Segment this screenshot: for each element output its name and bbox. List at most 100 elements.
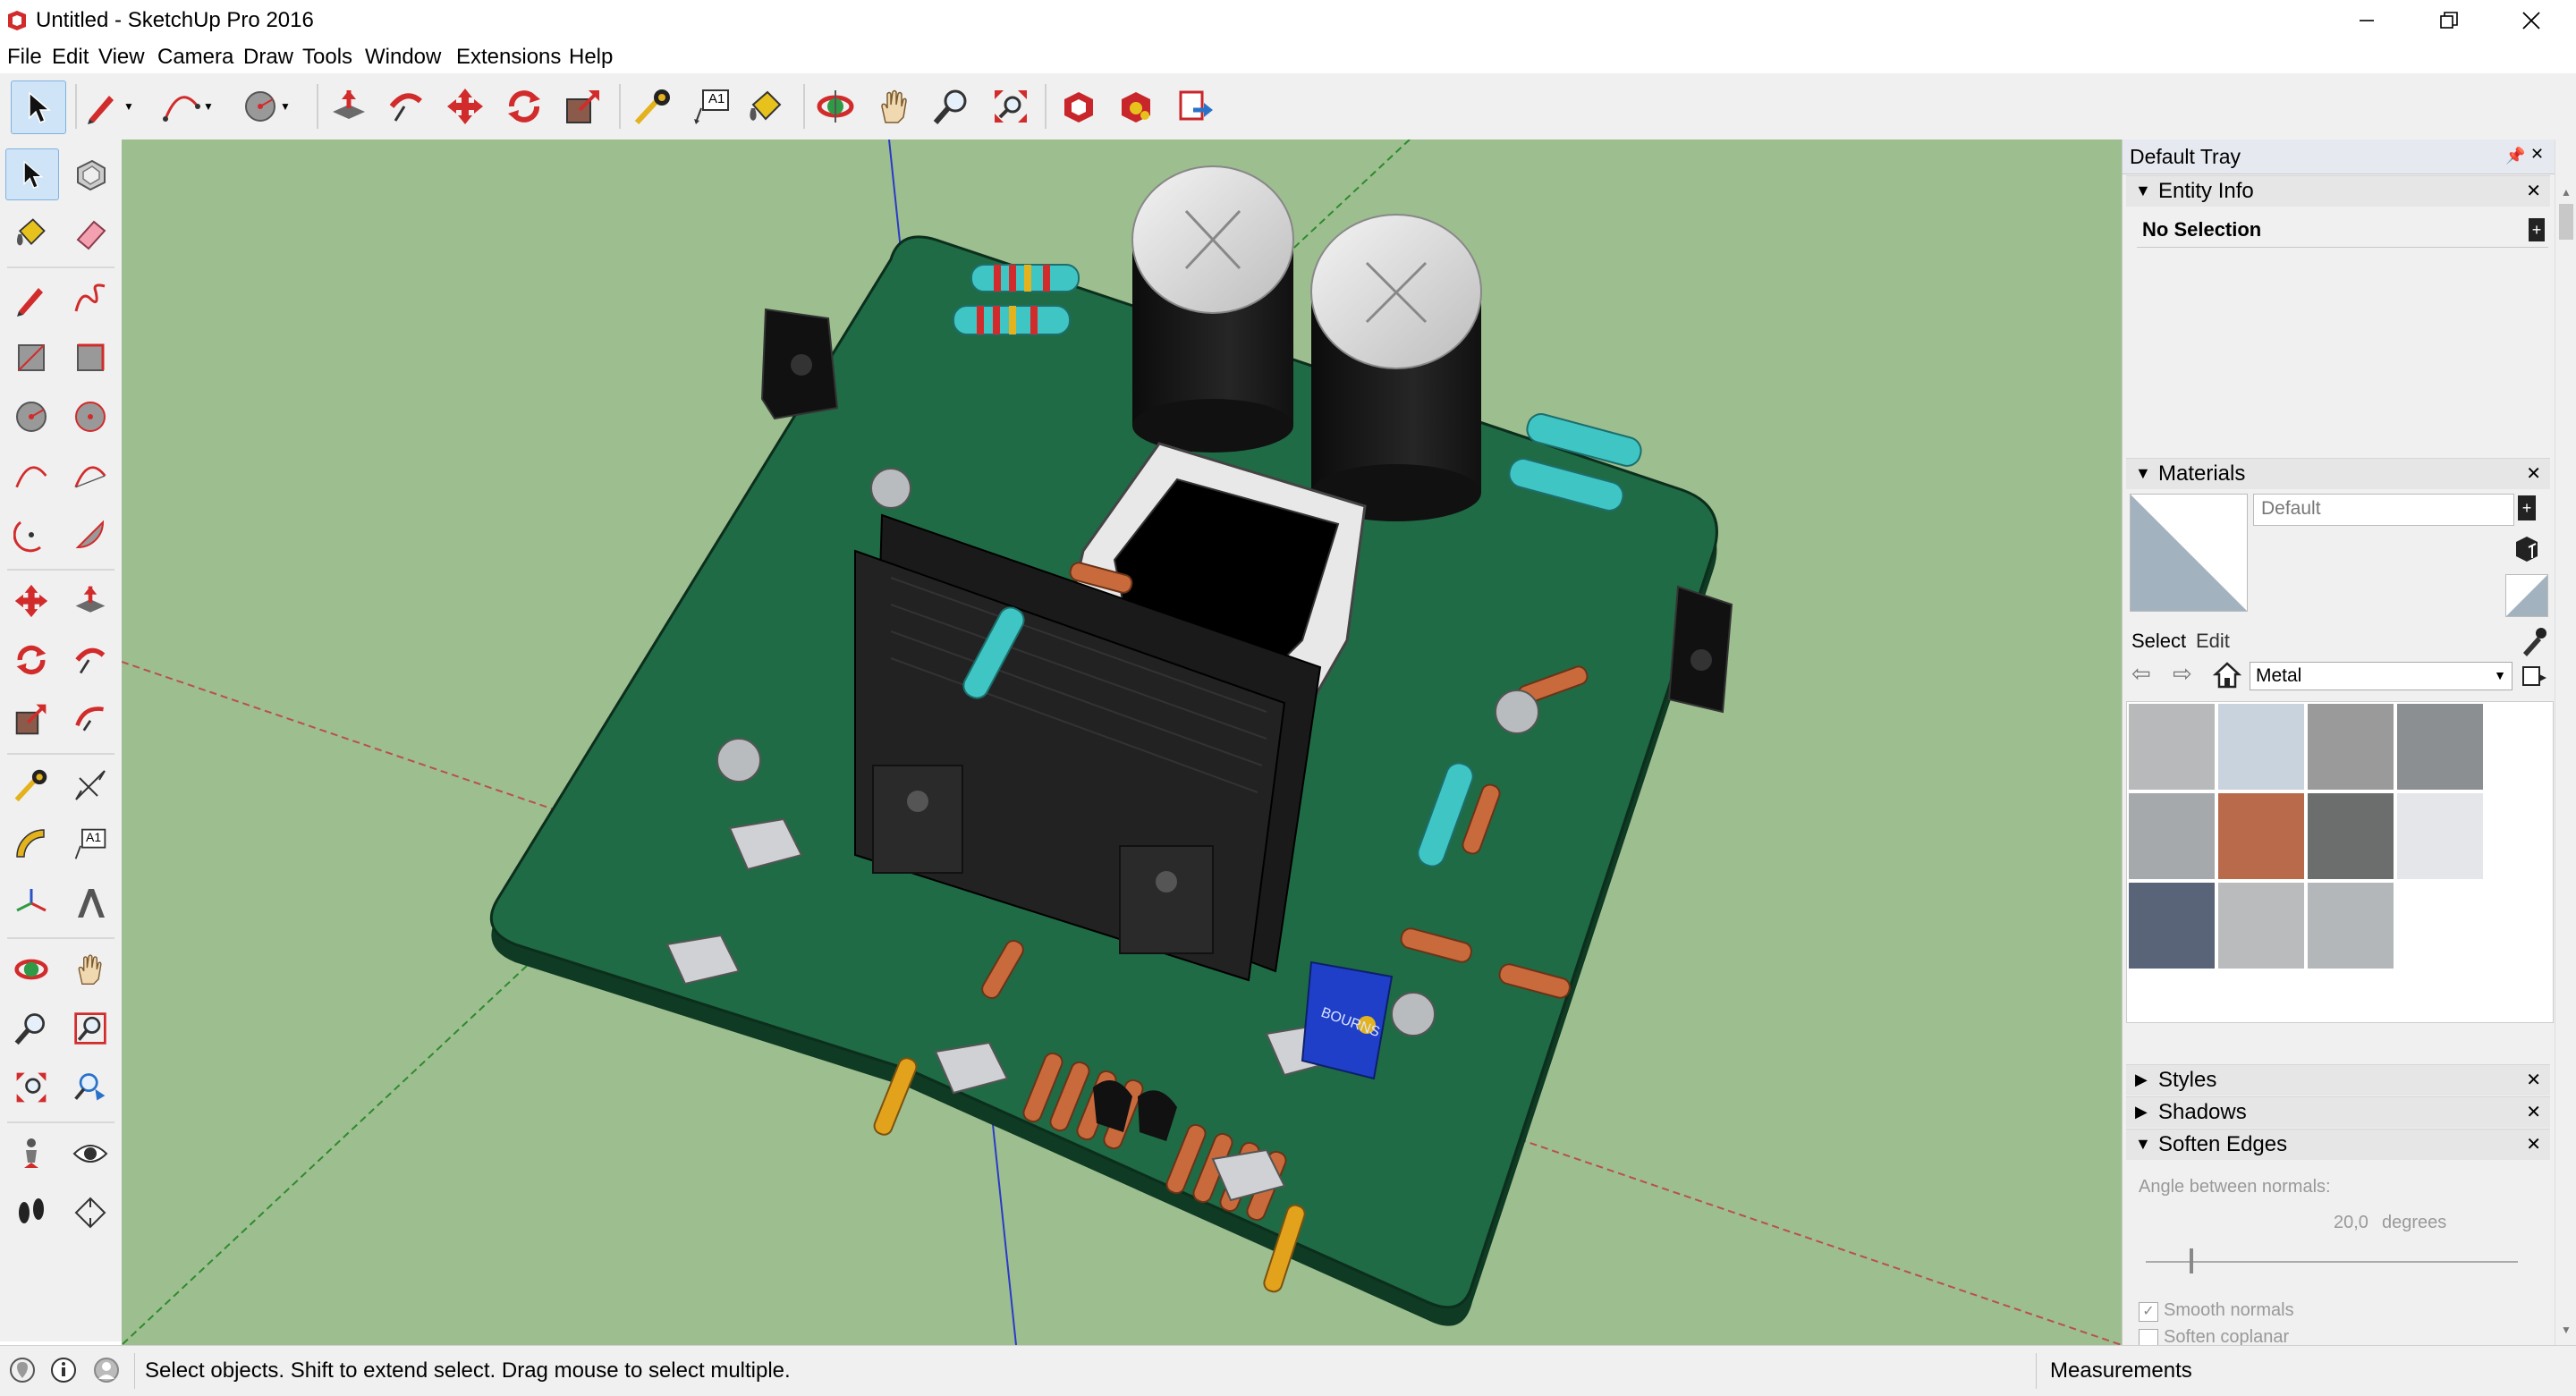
menu-file[interactable]: File: [7, 45, 42, 70]
lt-pan-button[interactable]: [64, 944, 116, 994]
lt-move-button[interactable]: [5, 576, 57, 626]
lt-3d-text-button[interactable]: [64, 878, 116, 928]
material-swatch[interactable]: [2129, 793, 2215, 879]
geo-location-icon[interactable]: [9, 1357, 36, 1383]
close-button[interactable]: [2490, 0, 2572, 41]
panel-header-styles[interactable]: ▶ Styles ✕: [2126, 1064, 2550, 1096]
angle-slider[interactable]: [2146, 1248, 2518, 1275]
tb-text-button[interactable]: A1: [685, 80, 739, 132]
sample-paint-icon[interactable]: [2520, 626, 2546, 656]
lt-polygon-button[interactable]: [64, 392, 116, 442]
tab-edit[interactable]: Edit: [2196, 630, 2230, 653]
collapse-arrow-icon[interactable]: ▼: [2135, 464, 2151, 483]
tb-extension-warehouse-button[interactable]: [1109, 80, 1163, 132]
lt-rotate-button[interactable]: [5, 635, 57, 685]
default-material-swatch[interactable]: [2505, 574, 2548, 617]
menu-tools[interactable]: Tools: [302, 45, 352, 70]
material-swatch[interactable]: [2397, 793, 2483, 879]
menu-window[interactable]: Window: [365, 45, 441, 70]
expand-icon[interactable]: +: [2529, 218, 2545, 241]
tb-push-pull-button[interactable]: [322, 80, 376, 132]
tb-rotate-button[interactable]: [497, 80, 551, 132]
collapse-arrow-icon[interactable]: ▼: [2135, 182, 2151, 200]
material-swatch[interactable]: [2397, 704, 2483, 790]
user-account-icon[interactable]: [93, 1357, 120, 1383]
lt-look-around-button[interactable]: [64, 1129, 116, 1179]
menu-edit[interactable]: Edit: [52, 45, 89, 70]
menu-extensions[interactable]: Extensions: [456, 45, 561, 70]
lt-offset-button[interactable]: [64, 694, 116, 744]
lt-previous-view-button[interactable]: [64, 1062, 116, 1113]
lt-orbit-button[interactable]: [5, 944, 57, 994]
expand-arrow-icon[interactable]: ▶: [2135, 1070, 2148, 1089]
credits-icon[interactable]: [50, 1357, 77, 1383]
panel-header-entity-info[interactable]: ▼ Entity Info ✕: [2126, 175, 2550, 207]
tb-orbit-button[interactable]: [809, 80, 862, 132]
model-viewport[interactable]: BOURNS: [122, 140, 2122, 1345]
tb-pencil-button[interactable]: ▼: [82, 80, 136, 132]
lt-position-camera-button[interactable]: [5, 1129, 57, 1179]
material-swatch[interactable]: [2218, 883, 2304, 969]
model-canvas[interactable]: BOURNS: [122, 140, 2122, 1345]
panel-header-shadows[interactable]: ▶ Shadows ✕: [2126, 1096, 2550, 1128]
lt-section-plane-button[interactable]: [64, 1188, 116, 1238]
lt-paint-bucket-button[interactable]: [5, 207, 57, 258]
forward-arrow-icon[interactable]: ⇨: [2173, 660, 2201, 689]
pin-icon[interactable]: 📌: [2505, 147, 2525, 165]
material-swatch[interactable]: [2308, 704, 2394, 790]
tab-select[interactable]: Select: [2131, 630, 2186, 653]
tb-pan-button[interactable]: [868, 80, 921, 132]
lt-text-button[interactable]: A1: [64, 819, 116, 869]
material-swatch[interactable]: [2218, 704, 2304, 790]
scroll-thumb[interactable]: [2559, 204, 2573, 240]
lt-axes-button[interactable]: [5, 878, 57, 928]
lt-scale-button[interactable]: [5, 694, 57, 744]
tb-tape-measure-button[interactable]: [626, 80, 680, 132]
tray-close-button[interactable]: ✕: [2530, 145, 2544, 164]
collapse-arrow-icon[interactable]: ▼: [2135, 1135, 2151, 1154]
lt-rectangle-button[interactable]: [5, 333, 57, 383]
panel-header-soften-edges[interactable]: ▼ Soften Edges ✕: [2126, 1129, 2550, 1160]
lt-dimension-button[interactable]: [64, 760, 116, 810]
tb-zoom-extents-button[interactable]: [984, 80, 1038, 132]
tb-follow-me-button[interactable]: [379, 80, 433, 132]
library-select[interactable]: Metal ▼: [2250, 662, 2512, 690]
lt-circle-button[interactable]: [5, 392, 57, 442]
menu-help[interactable]: Help: [569, 45, 613, 70]
tb-3d-warehouse-button[interactable]: [1052, 80, 1106, 132]
lt-select-button[interactable]: [5, 148, 59, 200]
lt-make-component-button[interactable]: [64, 148, 116, 199]
create-material-button[interactable]: +: [2518, 495, 2536, 520]
panel-close-icon[interactable]: ✕: [2526, 180, 2541, 202]
tb-move-button[interactable]: [438, 80, 492, 132]
material-swatch[interactable]: [2308, 883, 2394, 969]
panel-close-icon[interactable]: ✕: [2526, 1069, 2541, 1091]
tb-select-button[interactable]: [11, 80, 66, 134]
paint-cube-icon[interactable]: [2512, 533, 2543, 563]
lt-tape-measure-button[interactable]: [5, 760, 57, 810]
panel-close-icon[interactable]: ✕: [2526, 1133, 2541, 1155]
lt-eraser-button[interactable]: [64, 207, 116, 258]
material-swatch[interactable]: [2129, 704, 2215, 790]
tb-scale-button[interactable]: [556, 80, 610, 132]
lt-zoom-window-button[interactable]: [64, 1003, 116, 1053]
lt-protractor-button[interactable]: [5, 819, 57, 869]
smooth-normals-checkbox[interactable]: ✓: [2139, 1302, 2158, 1322]
lt-follow-me-button[interactable]: [64, 635, 116, 685]
tray-scrollbar[interactable]: ▲ ▼: [2555, 140, 2576, 1345]
lt-walk-button[interactable]: [5, 1188, 57, 1238]
lt-push-pull-button[interactable]: [64, 576, 116, 626]
restore-button[interactable]: [2408, 0, 2490, 41]
tb-paint-bucket-button[interactable]: [739, 80, 792, 132]
material-swatch[interactable]: [2129, 883, 2215, 969]
tb-circle-button[interactable]: ▼: [240, 80, 293, 132]
menu-draw[interactable]: Draw: [243, 45, 293, 70]
lt-three-point-arc-button[interactable]: [5, 510, 57, 560]
panel-close-icon[interactable]: ✕: [2526, 1101, 2541, 1123]
expand-arrow-icon[interactable]: ▶: [2135, 1103, 2148, 1121]
lt-rotated-rectangle-button[interactable]: [64, 333, 116, 383]
details-icon[interactable]: [2521, 664, 2546, 689]
lt-line-button[interactable]: [5, 274, 57, 324]
lt-zoom-button[interactable]: [5, 1003, 57, 1053]
material-swatch[interactable]: [2308, 793, 2394, 879]
